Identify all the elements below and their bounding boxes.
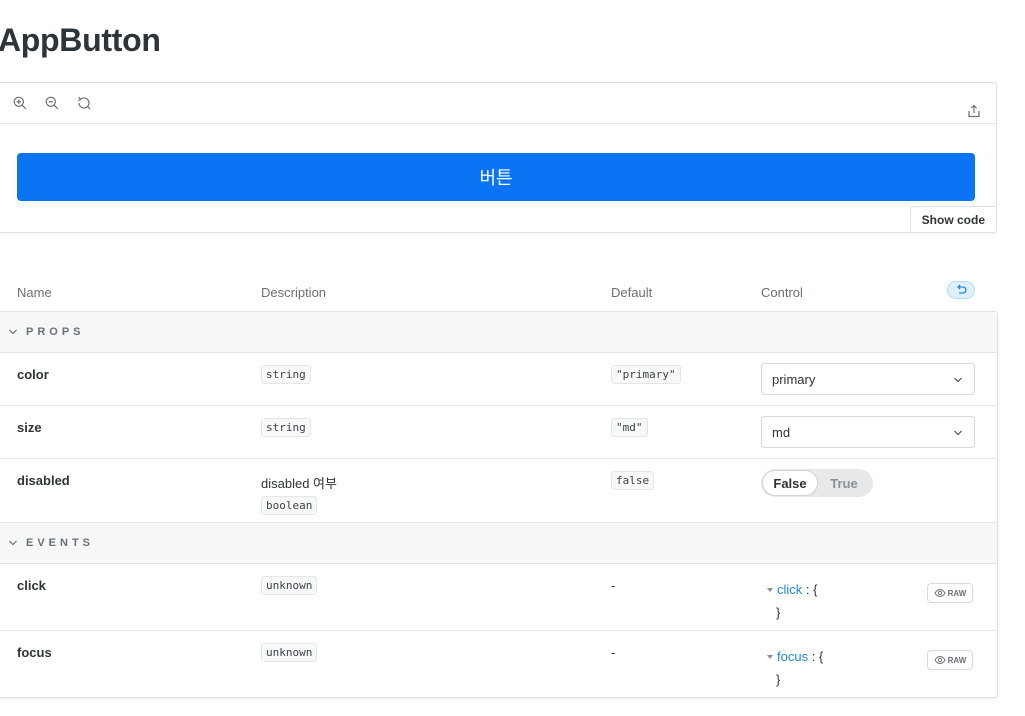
event-description: unknown: [261, 643, 318, 662]
zoom-in-icon[interactable]: [12, 95, 28, 111]
default-value: "primary": [611, 365, 681, 384]
select-value: primary: [772, 371, 816, 387]
raw-label: RAW: [947, 588, 967, 598]
type-badge: unknown: [261, 576, 318, 595]
header-name: Name: [17, 285, 52, 300]
preview-app-button[interactable]: 버튼: [17, 153, 975, 201]
table-row-click: click unknown - click : { } RAW: [0, 564, 997, 631]
select-value: md: [772, 424, 791, 440]
object-inspector-focus: focus : { }: [767, 645, 823, 691]
type-badge: string: [261, 365, 311, 384]
chevron-down-icon: [9, 329, 17, 335]
prop-default: false: [611, 471, 655, 490]
section-events[interactable]: EVENTS: [0, 523, 997, 564]
prop-default: "primary": [611, 365, 681, 384]
page-title: AppButton: [0, 22, 161, 58]
args-table: Name Description Default Control PROPS c…: [0, 278, 998, 698]
header-default: Default: [611, 285, 653, 300]
undo-icon: [957, 284, 967, 294]
event-description: unknown: [261, 576, 318, 595]
reset-controls-button[interactable]: [947, 281, 975, 299]
table-row-disabled: disabled disabled 여부 boolean false False…: [0, 459, 997, 523]
table-row-size: size string "md" md: [0, 406, 997, 459]
color-select[interactable]: primary: [761, 363, 975, 395]
type-badge: string: [261, 418, 311, 437]
expand-triangle-icon[interactable]: [767, 654, 773, 659]
prop-name: color: [17, 367, 49, 382]
description-text: disabled 여부: [261, 476, 337, 491]
object-key[interactable]: click: [777, 582, 802, 597]
share-icon[interactable]: [966, 103, 982, 119]
chevron-down-icon: [954, 377, 962, 383]
toggle-false-option[interactable]: False: [763, 471, 817, 495]
disabled-toggle[interactable]: False True: [761, 469, 873, 497]
raw-toggle-button[interactable]: RAW: [927, 650, 973, 670]
event-name: focus: [17, 645, 52, 660]
args-table-header: Name Description Default Control: [0, 278, 998, 311]
args-table-body: PROPS color string "primary" primary siz…: [0, 311, 998, 698]
eye-icon: [934, 655, 946, 665]
object-open: : {: [802, 582, 818, 597]
header-control: Control: [761, 285, 803, 300]
raw-toggle-button[interactable]: RAW: [927, 583, 973, 603]
prop-description: string: [261, 418, 311, 437]
type-badge: unknown: [261, 643, 318, 662]
event-default: -: [611, 645, 616, 660]
type-badge: boolean: [261, 496, 318, 515]
section-label: PROPS: [26, 326, 85, 338]
prop-default: "md": [611, 418, 648, 437]
table-row-color: color string "primary" primary: [0, 353, 997, 406]
object-inspector-click: click : { }: [767, 578, 817, 624]
chevron-down-icon: [954, 430, 962, 436]
event-default: -: [611, 578, 616, 593]
table-row-focus: focus unknown - focus : { } RAW: [0, 631, 997, 697]
zoom-out-icon[interactable]: [44, 95, 60, 111]
object-key[interactable]: focus: [777, 649, 808, 664]
eye-icon: [934, 588, 946, 598]
size-select[interactable]: md: [761, 416, 975, 448]
expand-triangle-icon[interactable]: [767, 587, 773, 592]
prop-name: size: [17, 420, 42, 435]
prop-description: disabled 여부 boolean: [261, 471, 337, 515]
header-description: Description: [261, 285, 327, 300]
prop-description: string: [261, 365, 311, 384]
event-name: click: [17, 578, 46, 593]
object-close: }: [776, 605, 781, 620]
chevron-down-icon: [9, 540, 17, 546]
canvas-toolbar: [0, 83, 996, 124]
default-value: false: [611, 471, 655, 490]
object-open: : {: [808, 649, 824, 664]
default-value: "md": [611, 418, 648, 437]
prop-name: disabled: [17, 473, 70, 488]
show-code-button[interactable]: Show code: [909, 206, 996, 232]
toggle-true-option[interactable]: True: [817, 471, 871, 495]
preview-canvas: 버튼 Show code: [0, 82, 997, 233]
section-label: EVENTS: [26, 537, 95, 549]
raw-label: RAW: [947, 655, 967, 665]
section-props[interactable]: PROPS: [0, 312, 997, 353]
object-close: }: [776, 672, 781, 687]
reset-zoom-icon[interactable]: [76, 95, 92, 111]
